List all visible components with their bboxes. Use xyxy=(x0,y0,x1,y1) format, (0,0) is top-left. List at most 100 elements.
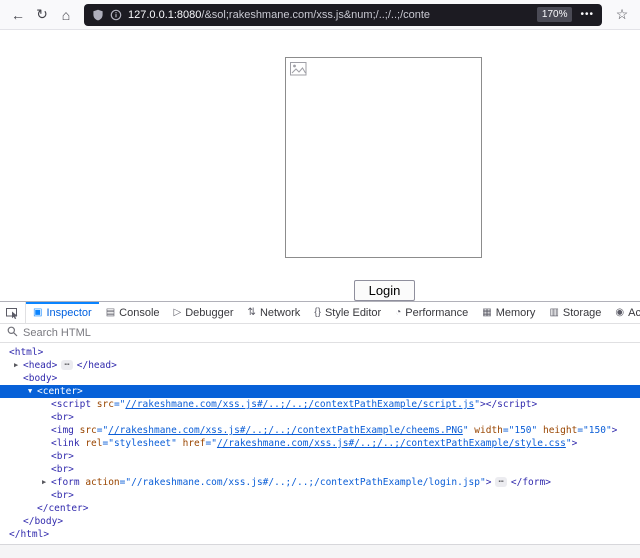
tab-console[interactable]: ▤Console xyxy=(99,302,167,323)
tab-memory[interactable]: ▦Memory xyxy=(475,302,542,323)
debugger-icon: ▷ xyxy=(174,307,182,318)
inspector-icon: ▣ xyxy=(33,307,42,318)
tag-token: > xyxy=(572,438,578,449)
tag-token: </body> xyxy=(23,516,63,527)
tab-inspector[interactable]: ▣ Inspector xyxy=(26,302,99,323)
memory-icon: ▦ xyxy=(482,307,491,318)
markup-row[interactable]: <link rel="stylesheet" href="//rakeshman… xyxy=(0,437,640,450)
tab-accessibility[interactable]: ◉Accessibility xyxy=(608,302,640,323)
attr-name-token: src xyxy=(91,399,114,410)
tag-token: > xyxy=(486,477,492,488)
page-actions-icon[interactable]: ••• xyxy=(580,9,594,20)
expander-closed-icon[interactable]: ▶ xyxy=(14,359,23,372)
collapsed-content-badge[interactable]: ⋯ xyxy=(495,477,506,487)
search-html-input[interactable] xyxy=(23,327,633,339)
attr-name-token: action xyxy=(80,477,120,488)
tab-label: Storage xyxy=(563,307,602,319)
markup-row[interactable]: <br> xyxy=(0,489,640,502)
devtools-breadcrumb-bar xyxy=(0,544,640,558)
expander-closed-icon[interactable]: ▶ xyxy=(42,476,51,489)
collapsed-content-badge[interactable]: ⋯ xyxy=(61,360,72,370)
tag-token: > xyxy=(612,425,618,436)
attr-equals-token: =" xyxy=(103,438,114,449)
broken-image-placeholder xyxy=(285,57,482,258)
element-picker-icon xyxy=(6,307,20,319)
attr-equals-token: =" xyxy=(97,425,108,436)
attr-equals-token: =" xyxy=(503,425,514,436)
tab-storage[interactable]: ▥ Storage xyxy=(542,302,608,323)
site-info-icon[interactable] xyxy=(110,9,122,21)
tag-token: <head> xyxy=(23,360,57,371)
tag-token: </html> xyxy=(9,529,49,540)
tag-token: <html> xyxy=(9,347,43,358)
tab-label: Inspector xyxy=(46,307,91,319)
markup-row[interactable]: <br> xyxy=(0,450,640,463)
markup-row[interactable]: ▼<center> xyxy=(0,385,640,398)
reload-icon: ↻ xyxy=(36,6,48,23)
markup-row[interactable]: ▶<form action="//rakeshmane.com/xss.js#/… xyxy=(0,476,640,489)
attr-name-token: src xyxy=(74,425,97,436)
broken-image-icon xyxy=(290,62,308,82)
markup-row[interactable]: <br> xyxy=(0,411,640,424)
storage-icon: ▥ xyxy=(549,307,558,318)
devtools-search-bar xyxy=(0,324,640,343)
home-button[interactable]: ⌂ xyxy=(54,3,78,27)
tab-performance[interactable]: ◔Performance xyxy=(388,302,475,323)
markup-row[interactable]: <img src="//rakeshmane.com/xss.js#/..;/.… xyxy=(0,424,640,437)
element-picker-button[interactable] xyxy=(0,302,26,323)
url-path: /&sol;rakeshmane.com/xss.js&num;/..;/..;… xyxy=(201,9,430,21)
bookmark-star-icon: ☆ xyxy=(616,6,629,23)
toolbox-tabs: ▣Inspector▤Console▷Debugger⇅Network{}Sty… xyxy=(26,302,640,323)
url-text: 127.0.0.1:8080/&sol;rakeshmane.com/xss.j… xyxy=(128,9,531,21)
attr-value-token: //rakeshmane.com/xss.js#/..;/..;/context… xyxy=(131,477,480,488)
tag-token: <br> xyxy=(51,412,74,423)
tag-token: <body> xyxy=(23,373,57,384)
performance-icon: ◔ xyxy=(395,307,401,318)
shield-icon[interactable] xyxy=(92,9,104,21)
reload-button[interactable]: ↻ xyxy=(30,3,54,27)
attr-value-link[interactable]: //rakeshmane.com/xss.js#/..;/..;/context… xyxy=(125,399,474,410)
attr-value-link[interactable]: //rakeshmane.com/xss.js#/..;/..;/context… xyxy=(108,425,463,436)
zoom-indicator[interactable]: 170% xyxy=(537,7,573,22)
tag-token: <center> xyxy=(37,386,83,397)
tab-label: Accessibility xyxy=(628,307,640,319)
url-bar[interactable]: 127.0.0.1:8080/&sol;rakeshmane.com/xss.j… xyxy=(84,4,602,26)
tab-label: Style Editor xyxy=(325,307,381,319)
attr-name-token: width xyxy=(469,425,503,436)
markup-row[interactable]: </center> xyxy=(0,502,640,515)
back-button[interactable]: ← xyxy=(6,3,30,27)
devtools-tabbar: ▣Inspector▤Console▷Debugger⇅Network{}Sty… xyxy=(0,302,640,324)
tag-token: </form> xyxy=(511,477,551,488)
browser-toolbar: ← ↻ ⌂ 127.0.0.1:8080/&sol;rakeshmane.com… xyxy=(0,0,640,30)
tag-token: <img xyxy=(51,425,74,436)
network-icon: ⇅ xyxy=(248,307,256,318)
markup-row[interactable]: </html> xyxy=(0,528,640,541)
attr-value-token: stylesheet xyxy=(114,438,171,449)
style-editor-icon: {} xyxy=(314,307,321,318)
home-icon: ⌂ xyxy=(62,7,70,23)
search-icon xyxy=(7,324,18,342)
url-host: 127.0.0.1:8080 xyxy=(128,9,201,21)
markup-row[interactable]: <html> xyxy=(0,346,640,359)
attr-name-token: height xyxy=(537,425,577,436)
expander-open-icon[interactable]: ▼ xyxy=(28,385,37,398)
bookmark-button[interactable]: ☆ xyxy=(610,3,634,27)
attr-value-token: 150 xyxy=(514,425,531,436)
attr-value-token: 150 xyxy=(589,425,606,436)
markup-row[interactable]: <script src="//rakeshmane.com/xss.js#/..… xyxy=(0,398,640,411)
tab-label: Debugger xyxy=(185,307,233,319)
tab-style-editor[interactable]: {} Style Editor xyxy=(307,302,388,323)
tab-debugger[interactable]: ▷Debugger xyxy=(167,302,241,323)
attr-name-token: rel xyxy=(80,438,103,449)
markup-row[interactable]: <br> xyxy=(0,463,640,476)
tab-network[interactable]: ⇅Network xyxy=(241,302,308,323)
attr-value-link[interactable]: //rakeshmane.com/xss.js#/..;/..;/context… xyxy=(217,438,566,449)
markup-row[interactable]: ▶<head> ⋯ </head> xyxy=(0,359,640,372)
tag-token: </head> xyxy=(77,360,117,371)
attr-equals-token: =" xyxy=(577,425,588,436)
back-icon: ← xyxy=(11,7,25,23)
markup-row[interactable]: <body> xyxy=(0,372,640,385)
markup-row[interactable]: </body> xyxy=(0,515,640,528)
attr-equals-token: =" xyxy=(120,477,131,488)
login-button[interactable]: Login xyxy=(354,280,415,301)
